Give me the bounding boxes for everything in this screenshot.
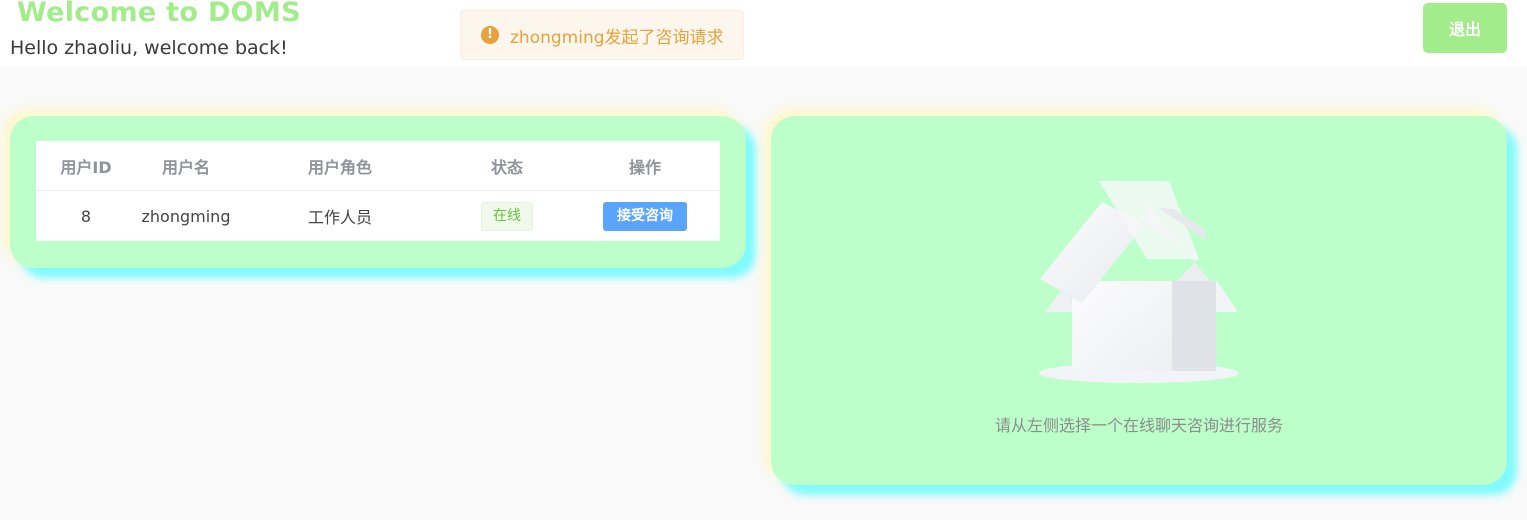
notification-text: zhongming发起了咨询请求: [510, 27, 724, 48]
app-title: Welcome to DOMS: [17, 0, 301, 28]
status-badge: 在线: [481, 201, 533, 231]
empty-state-text: 请从左侧选择一个在线聊天咨询进行服务: [994, 416, 1283, 435]
column-header-action: 操作: [628, 158, 661, 177]
column-header-role: 用户角色: [307, 158, 372, 177]
user-id-cell: 8: [80, 206, 92, 226]
online-users-table: 用户ID 用户名 用户角色 状态 操作 8 zhongming 工作人员 在线 …: [36, 141, 720, 241]
empty-box-icon: [1039, 181, 1239, 383]
column-header-status: 状态: [490, 158, 523, 177]
action-cell: 接受咨询: [570, 191, 720, 241]
greeting-text: Hello zhaoliu, welcome back!: [10, 37, 288, 59]
column-header-username: 用户名: [161, 158, 210, 177]
column-header-user-id: 用户ID: [60, 158, 112, 177]
table-row: 8 zhongming 工作人员 在线 接受咨询: [36, 191, 720, 241]
role-cell: 工作人员: [307, 208, 372, 227]
consult-request-notification: ! zhongming发起了咨询请求: [460, 10, 744, 60]
top-bar: Welcome to DOMS Hello zhaoliu, welcome b…: [0, 0, 1527, 66]
username-cell: zhongming: [141, 206, 231, 226]
online-users-card: 用户ID 用户名 用户角色 状态 操作 8 zhongming 工作人员 在线 …: [10, 116, 746, 268]
status-cell: 在线: [444, 191, 570, 241]
warning-circle-icon: !: [481, 26, 499, 44]
accept-consultation-button[interactable]: 接受咨询: [603, 201, 687, 231]
chat-panel: 请从左侧选择一个在线聊天咨询进行服务: [771, 116, 1507, 485]
table-header-row: 用户ID 用户名 用户角色 状态 操作: [36, 141, 720, 191]
logout-button[interactable]: 退出: [1423, 3, 1507, 53]
